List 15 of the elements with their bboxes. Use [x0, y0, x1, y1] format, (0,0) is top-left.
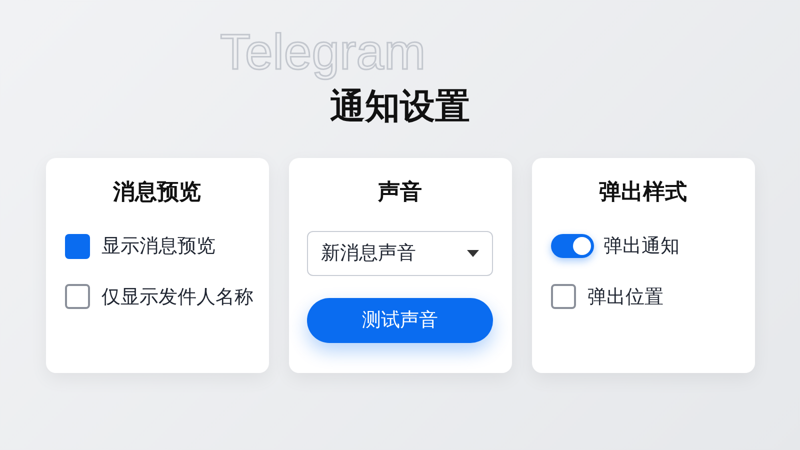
- toggle-switch[interactable]: [550, 234, 594, 258]
- checkbox[interactable]: [64, 234, 90, 259]
- test-sound-button[interactable]: 测试声音: [307, 298, 493, 343]
- caret-icon: [467, 250, 479, 258]
- checkbox[interactable]: [64, 284, 90, 310]
- card-title: 声音: [378, 178, 422, 207]
- checkbox-label: 仅显示发件人名称: [102, 284, 254, 310]
- checkbox-label: 显示消息预览: [102, 234, 216, 259]
- sound-dropdown[interactable]: 新消息声音: [307, 231, 493, 276]
- toggle-label: 弹出通知: [604, 234, 680, 259]
- checkbox-label: 弹出位置: [588, 284, 664, 310]
- page-title: 通知设置: [330, 86, 470, 126]
- card-title: 消息预览: [113, 179, 201, 207]
- card-title: 弹出样式: [599, 179, 687, 207]
- checkbox[interactable]: [550, 284, 576, 310]
